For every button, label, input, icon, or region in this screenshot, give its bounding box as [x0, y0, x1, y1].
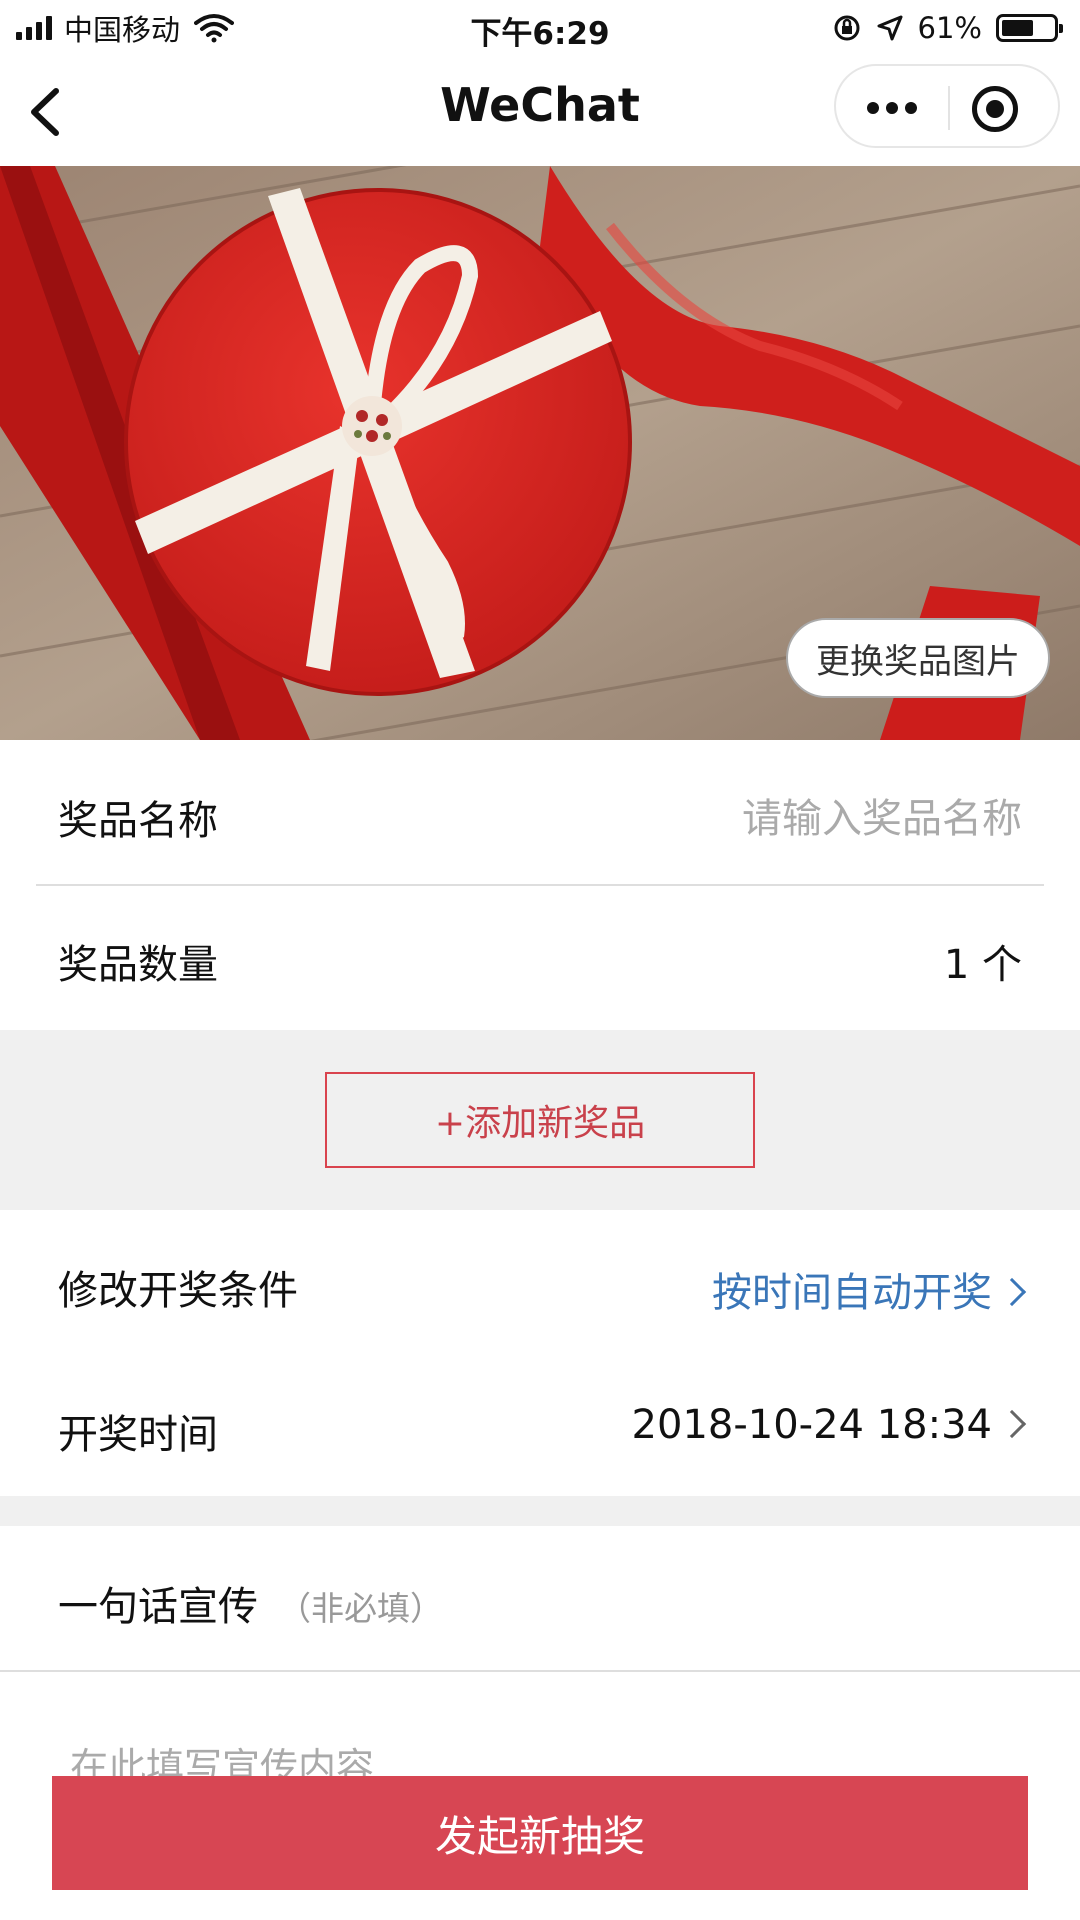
- orientation-lock-icon: [834, 15, 860, 41]
- draw-time-label: 开奖时间: [58, 1412, 218, 1458]
- draw-condition-text: 按时间自动开奖: [712, 1270, 992, 1316]
- start-lottery-button[interactable]: 发起新抽奖: [52, 1776, 1028, 1890]
- draw-condition-label: 修改开奖条件: [58, 1268, 298, 1314]
- slogan-label-text: 一句话宣传: [58, 1584, 258, 1630]
- slogan-label: 一句话宣传 （非必填）: [58, 1574, 443, 1632]
- draw-time-text: 2018-10-24 18:34: [631, 1402, 992, 1448]
- slogan-optional-note: （非必填）: [278, 1589, 443, 1628]
- slogan-row: 一句话宣传 （非必填）: [0, 1526, 1080, 1670]
- chevron-right-icon: [997, 1277, 1027, 1307]
- miniprogram-capsule: [834, 64, 1060, 148]
- section-gap: [0, 1496, 1080, 1526]
- nav-bar: WeChat: [0, 56, 1080, 166]
- prize-quantity-value[interactable]: 1 个: [944, 932, 1022, 990]
- more-icon[interactable]: [856, 84, 928, 132]
- capsule-divider: [948, 86, 950, 130]
- add-prize-button[interactable]: +添加新奖品: [325, 1072, 755, 1168]
- change-image-button[interactable]: 更换奖品图片: [786, 618, 1050, 698]
- prize-name-input[interactable]: 请输入奖品名称: [742, 786, 1022, 844]
- chevron-right-icon: [997, 1409, 1027, 1439]
- location-icon: [877, 15, 903, 41]
- prize-quantity-label: 奖品数量: [58, 942, 218, 988]
- status-right: 61%: [832, 8, 1063, 48]
- draw-condition-value[interactable]: 按时间自动开奖: [712, 1260, 1027, 1318]
- close-miniprogram-icon[interactable]: [972, 86, 1018, 132]
- prize-image: 更换奖品图片: [0, 166, 1080, 740]
- prize-name-row[interactable]: 奖品名称 请输入奖品名称: [0, 740, 1080, 884]
- prize-quantity-row[interactable]: 奖品数量 1 个: [0, 886, 1080, 1030]
- draw-condition-row[interactable]: 修改开奖条件 按时间自动开奖: [0, 1210, 1080, 1354]
- battery-icon: [996, 14, 1063, 42]
- draw-time-row[interactable]: 开奖时间 2018-10-24 18:34: [0, 1354, 1080, 1496]
- status-bar: 中国移动 下午6:29 61%: [0, 0, 1080, 56]
- divider: [0, 1670, 1080, 1672]
- draw-time-value[interactable]: 2018-10-24 18:34: [631, 1402, 1027, 1448]
- battery-percent: 61%: [917, 11, 982, 45]
- prize-name-label: 奖品名称: [58, 798, 218, 844]
- lottery-create-page: 中国移动 下午6:29 61% WeChat 更换奖品图片 奖品名称 请输入奖品…: [0, 0, 1080, 1920]
